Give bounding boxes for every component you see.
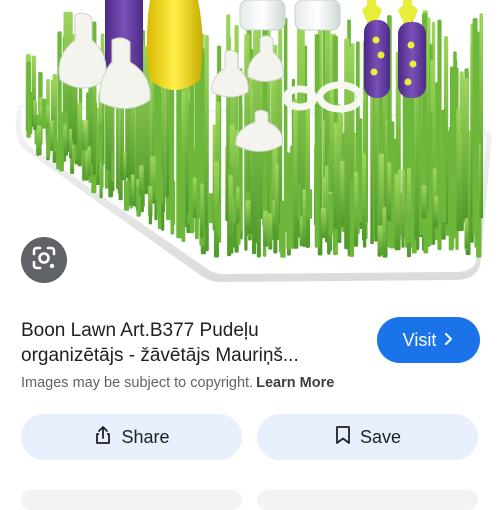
drying-rack-illustration	[15, 0, 492, 282]
share-label: Share	[121, 426, 170, 447]
next-row-left	[21, 490, 242, 510]
share-icon	[93, 425, 113, 450]
bookmark-icon	[334, 425, 352, 450]
learn-more-link[interactable]: Learn More	[256, 375, 334, 391]
result-title[interactable]: Boon Lawn Art.B377 Pudeļu organizētājs -…	[21, 318, 361, 368]
save-button[interactable]: Save	[257, 414, 478, 460]
google-lens-button[interactable]	[21, 237, 67, 283]
copyright-notice: Images may be subject to copyright. Learn…	[21, 375, 334, 391]
copyright-text: Images may be subject to copyright.	[21, 375, 254, 391]
share-button[interactable]: Share	[21, 414, 242, 460]
visit-label: Visit	[402, 329, 437, 350]
save-label: Save	[359, 426, 402, 447]
product-image[interactable]	[0, 0, 500, 300]
google-lens-icon	[31, 245, 57, 276]
next-row-right	[257, 490, 478, 510]
chevron-right-icon	[444, 330, 454, 351]
spoons	[362, 0, 426, 98]
visit-button[interactable]: Visit	[377, 317, 480, 363]
